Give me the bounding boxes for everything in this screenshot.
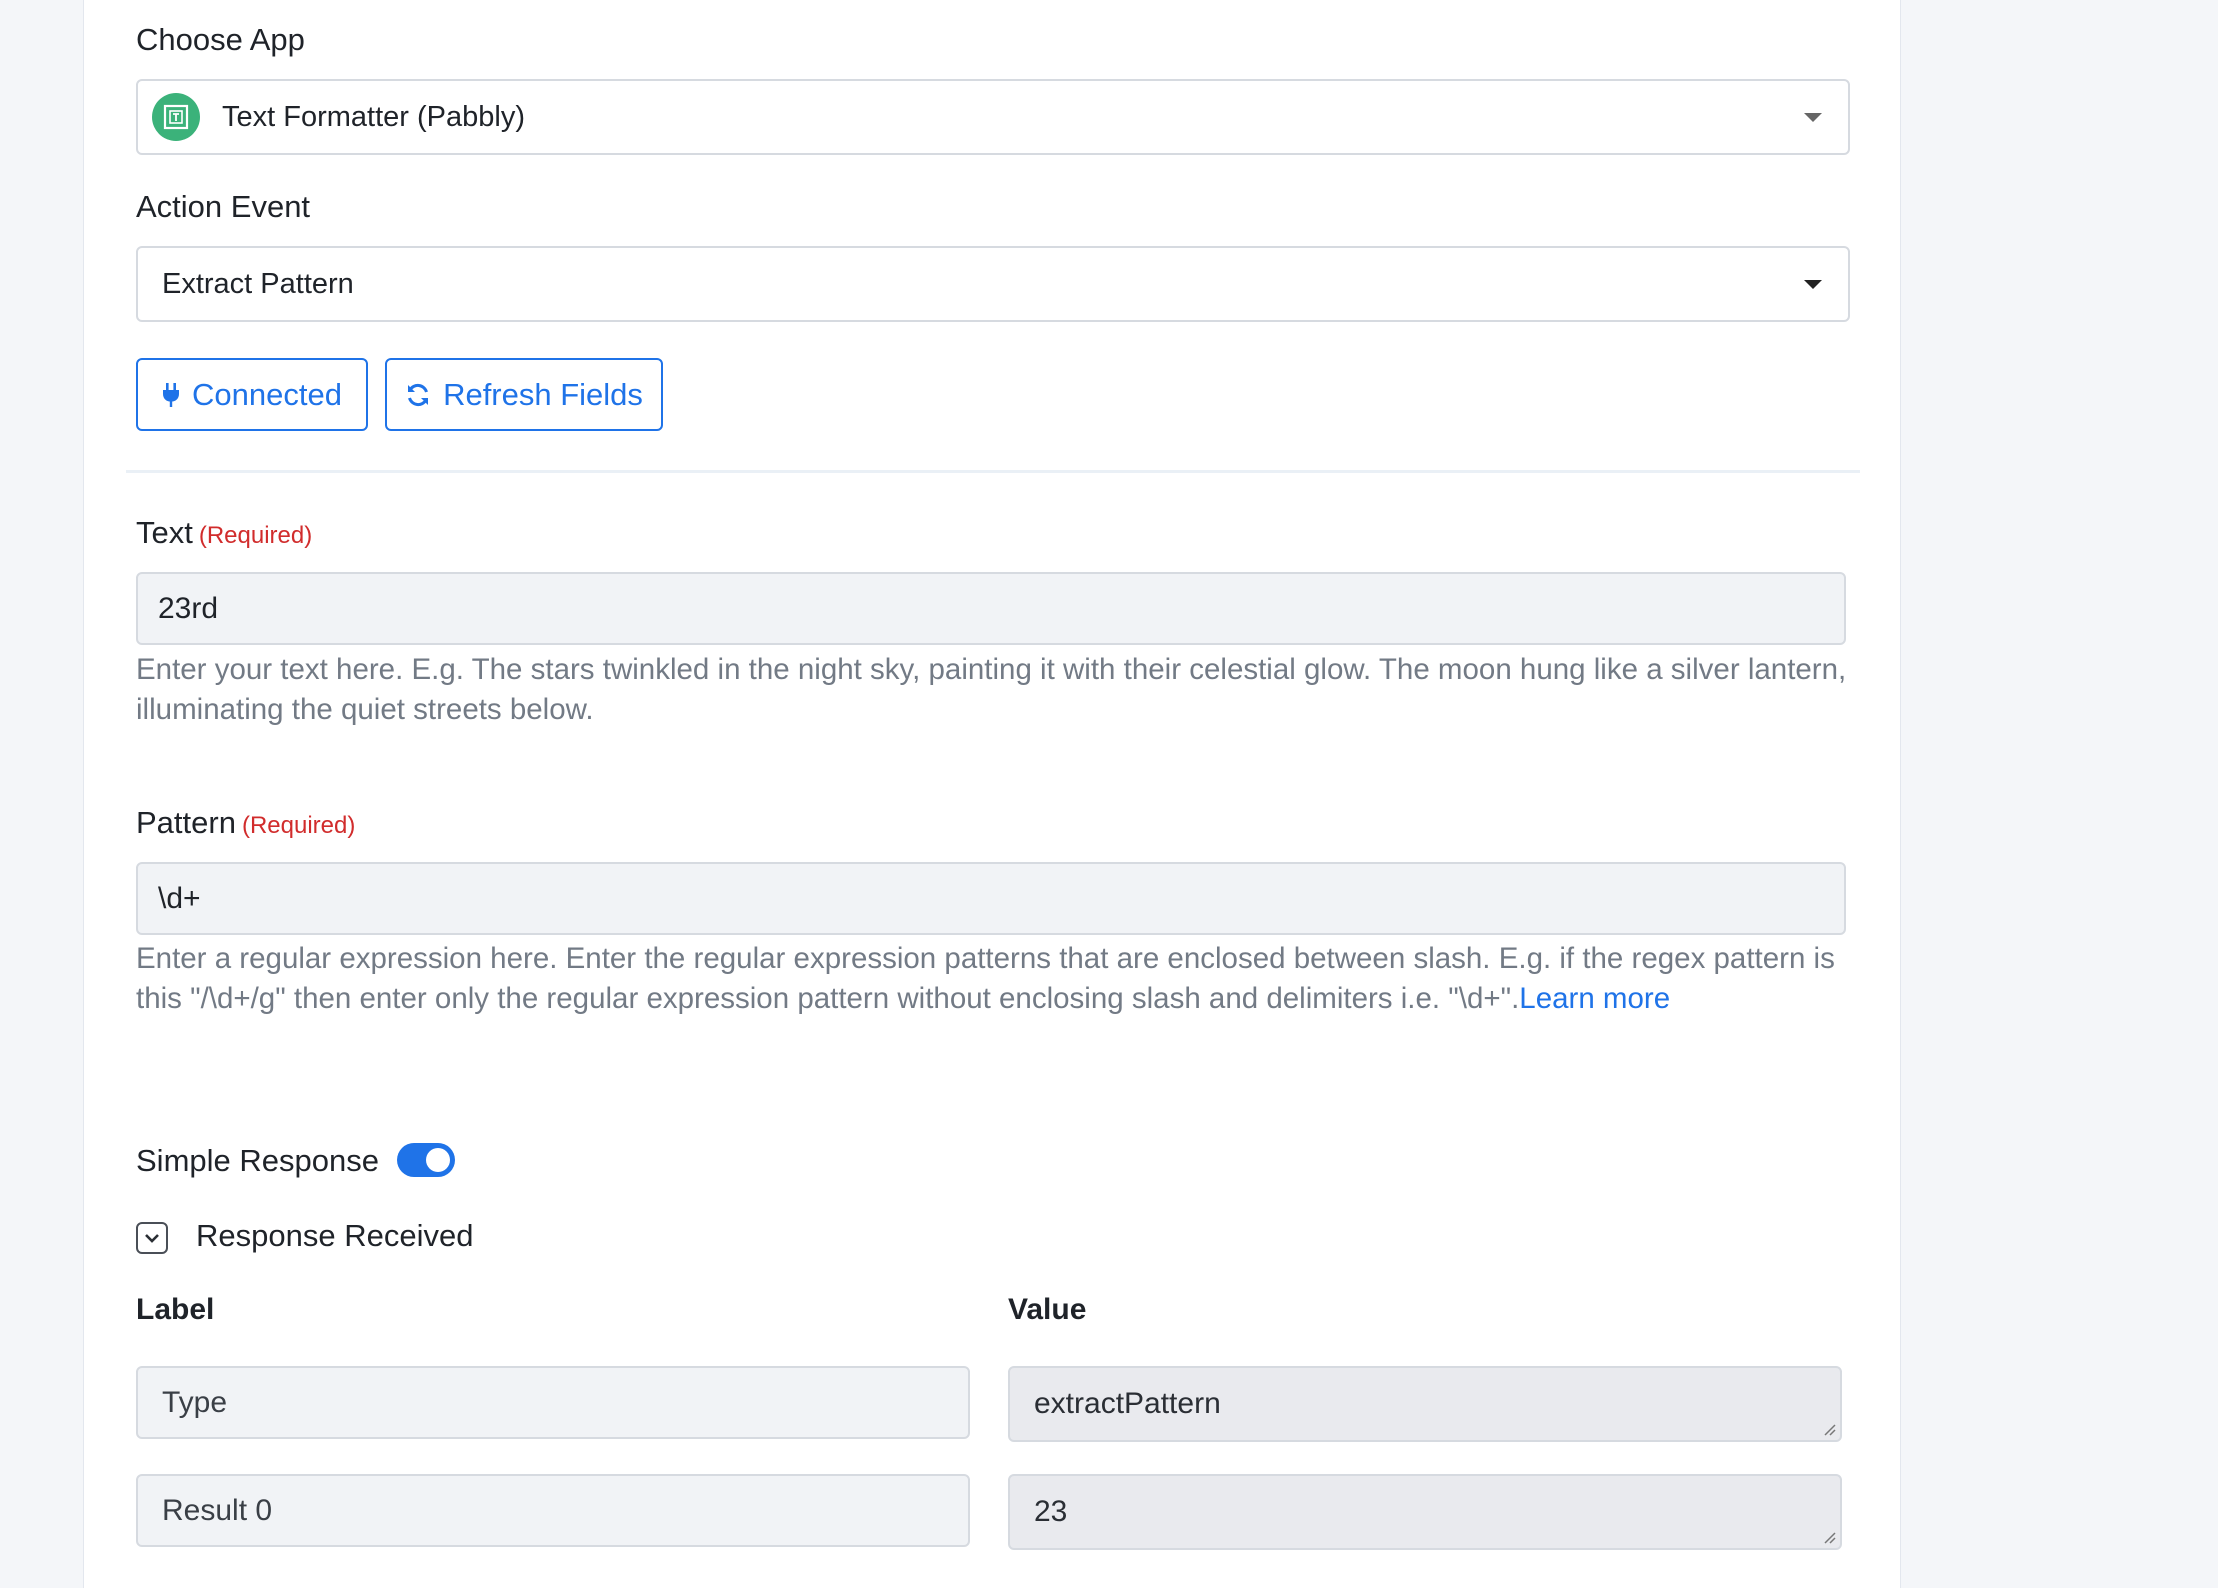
required-badge: (Required) [198, 522, 313, 549]
learn-more-link[interactable]: Learn more [1519, 982, 1670, 1015]
refresh-icon [408, 383, 429, 406]
label-column-header: Label [136, 1293, 215, 1326]
pattern-label: Pattern [136, 805, 236, 840]
response-received-label: Response Received [196, 1218, 474, 1253]
connected-button[interactable]: Connected [136, 358, 368, 431]
text-input[interactable]: 23rd [136, 572, 1846, 645]
plug-icon [163, 382, 180, 407]
action-event-label: Action Event [136, 189, 311, 224]
response-label-cell: Type [136, 1366, 970, 1439]
connected-label: Connected [192, 376, 342, 412]
text-help: Enter your text here. E.g. The stars twi… [136, 653, 1847, 726]
response-label-cell: Result 0 [136, 1474, 970, 1547]
response-value-text: 23 [1034, 1495, 1068, 1528]
refresh-fields-label: Refresh Fields [443, 376, 643, 412]
text-label: Text [136, 515, 193, 550]
response-value-cell[interactable]: extractPattern [1008, 1366, 1842, 1442]
action-event-value: Extract Pattern [162, 267, 354, 300]
action-event-select[interactable]: Extract Pattern [136, 246, 1850, 322]
form-card: Choose App Text Formatter (Pabbly) Actio… [83, 0, 1901, 1588]
section-divider [126, 470, 1860, 473]
choose-app-label: Choose App [136, 22, 305, 57]
toggle-knob [426, 1148, 450, 1172]
chevron-down-icon [1804, 113, 1822, 122]
collapse-toggle-button[interactable] [136, 1222, 168, 1254]
text-field-label: Text (Required) [136, 515, 312, 551]
chevron-down-icon [145, 1234, 159, 1243]
chevron-down-icon [1804, 280, 1822, 289]
refresh-fields-button[interactable]: Refresh Fields [385, 358, 663, 431]
resize-handle-icon[interactable] [1822, 1530, 1836, 1544]
response-value-cell[interactable]: 23 [1008, 1474, 1842, 1550]
text-formatter-icon [152, 93, 200, 141]
choose-app-value: Text Formatter (Pabbly) [222, 100, 525, 133]
response-value-text: extractPattern [1034, 1387, 1221, 1420]
value-column-header: Value [1008, 1293, 1087, 1326]
choose-app-select[interactable]: Text Formatter (Pabbly) [136, 79, 1850, 155]
pattern-input[interactable]: \d+ [136, 862, 1846, 935]
resize-handle-icon[interactable] [1822, 1422, 1836, 1436]
simple-response-label: Simple Response [136, 1143, 379, 1178]
pattern-field-label: Pattern (Required) [136, 805, 355, 841]
pattern-help: Enter a regular expression here. Enter t… [136, 939, 1852, 1019]
simple-response-toggle[interactable] [397, 1143, 455, 1177]
required-badge: (Required) [241, 812, 356, 839]
